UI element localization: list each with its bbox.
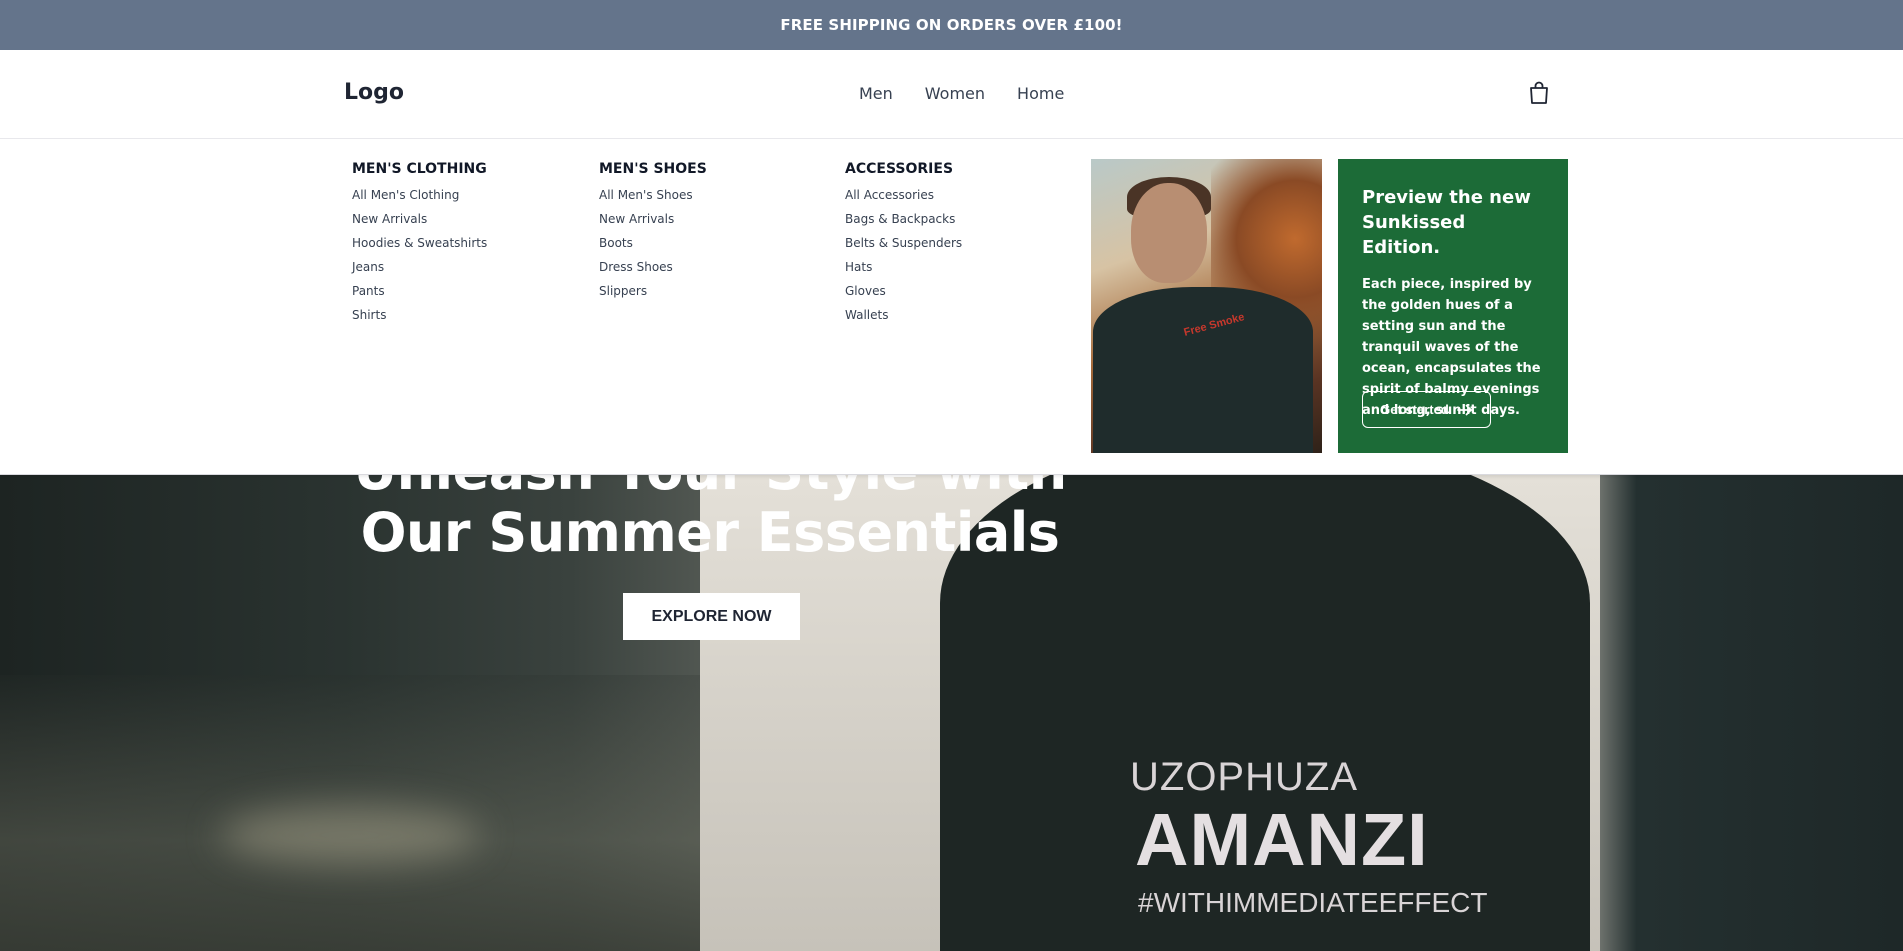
photo-model-sweatshirt (1093, 287, 1313, 453)
nav-item-men[interactable]: Men (859, 84, 893, 103)
menu-column-title: MEN'S CLOTHING (352, 161, 487, 177)
promo-photo[interactable]: Free Smoke (1091, 159, 1322, 453)
menu-link[interactable]: New Arrivals (352, 207, 487, 231)
menu-link[interactable]: Belts & Suspenders (845, 231, 962, 255)
shopping-bag-icon[interactable] (1528, 81, 1550, 105)
explore-now-button[interactable]: EXPLORE NOW (623, 593, 800, 640)
announcement-text: FREE SHIPPING ON ORDERS OVER £100! (780, 16, 1123, 34)
menu-link[interactable]: Hoodies & Sweatshirts (352, 231, 487, 255)
menu-link[interactable]: Wallets (845, 303, 962, 327)
menu-column-accessories: ACCESSORIES All Accessories Bags & Backp… (845, 161, 962, 327)
menu-link[interactable]: All Men's Shoes (599, 183, 707, 207)
main-nav: Men Women Home (859, 84, 1064, 103)
menu-column-title: MEN'S SHOES (599, 161, 707, 177)
menu-link[interactable]: Pants (352, 279, 487, 303)
menu-link[interactable]: Boots (599, 231, 707, 255)
hoodie-print-line-1: UZOPHUZA (1130, 755, 1358, 799)
menu-link[interactable]: Hats (845, 255, 962, 279)
promo-card: Preview the new Sunkissed Edition. Each … (1338, 159, 1568, 453)
menu-column-shoes: MEN'S SHOES All Men's Shoes New Arrivals… (599, 161, 707, 303)
menu-link[interactable]: All Accessories (845, 183, 962, 207)
menu-column-clothing: MEN'S CLOTHING All Men's Clothing New Ar… (352, 161, 487, 327)
photo-model-face (1131, 183, 1207, 283)
get-started-label: Get started (1380, 402, 1449, 417)
menu-link[interactable]: Gloves (845, 279, 962, 303)
nav-item-home[interactable]: Home (1017, 84, 1064, 103)
announcement-bar: FREE SHIPPING ON ORDERS OVER £100! (0, 0, 1903, 50)
menu-link[interactable]: All Men's Clothing (352, 183, 487, 207)
menu-link[interactable]: Slippers (599, 279, 707, 303)
menu-link[interactable]: Dress Shoes (599, 255, 707, 279)
hoodie-print-line-3: #WITHIMMEDIATEEFFECT (1138, 887, 1488, 918)
arrow-right-icon (1456, 404, 1472, 415)
mega-menu: MEN'S CLOTHING All Men's Clothing New Ar… (0, 139, 1903, 475)
menu-link[interactable]: New Arrivals (599, 207, 707, 231)
menu-link[interactable]: Jeans (352, 255, 487, 279)
hoodie-print-line-2: AMANZI (1135, 798, 1429, 881)
promo-title: Preview the new Sunkissed Edition. (1362, 187, 1531, 258)
menu-link[interactable]: Bags & Backpacks (845, 207, 962, 231)
logo[interactable]: Logo (344, 80, 404, 105)
get-started-button[interactable]: Get started (1362, 391, 1491, 428)
menu-link[interactable]: Shirts (352, 303, 487, 327)
nav-item-women[interactable]: Women (925, 84, 985, 103)
hero-background-light (220, 805, 480, 865)
site-header: Logo Men Women Home (0, 50, 1903, 139)
menu-column-title: ACCESSORIES (845, 161, 954, 177)
